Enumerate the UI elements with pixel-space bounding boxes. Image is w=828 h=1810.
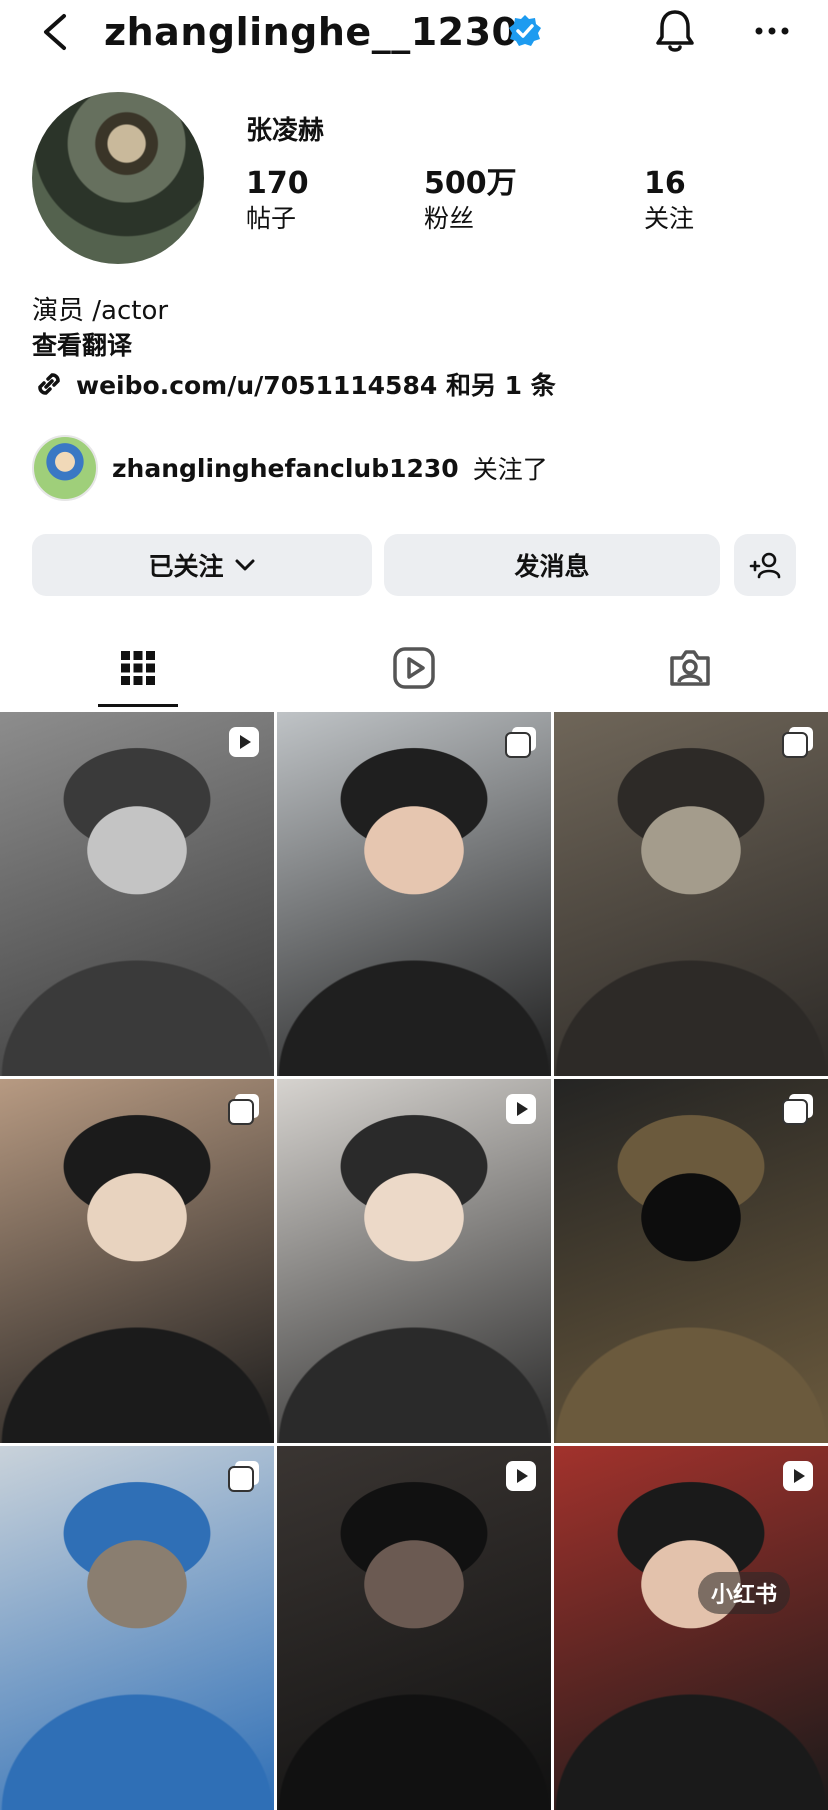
xiaohongshu-watermark: 小红书 — [698, 1572, 790, 1614]
reel-icon — [229, 727, 259, 757]
following-label: 已关注 — [148, 552, 224, 581]
post-thumbnail[interactable] — [277, 1446, 551, 1810]
stat-value: 16 — [644, 166, 686, 201]
bell-icon — [656, 10, 694, 52]
see-translation-link[interactable]: 查看翻译 — [32, 326, 132, 362]
grid-icon — [121, 651, 155, 685]
stat-label: 关注 — [644, 204, 695, 233]
post-thumbnail[interactable] — [554, 712, 828, 1076]
chevron-left-icon — [44, 14, 66, 50]
stat-following[interactable]: 16 关注 — [644, 166, 694, 236]
stat-value: 170 — [246, 166, 309, 201]
post-thumbnail[interactable] — [0, 1446, 274, 1810]
profile-username: zhanglinghe__1230 — [104, 10, 519, 54]
post-thumbnail[interactable] — [277, 1079, 551, 1443]
post-thumbnail[interactable] — [277, 712, 551, 1076]
tagged-person-icon — [670, 650, 710, 686]
message-label: 发消息 — [514, 552, 590, 581]
stat-label: 粉丝 — [424, 204, 475, 233]
verified-badge-icon — [508, 14, 542, 48]
add-person-icon — [749, 552, 781, 579]
stat-value: 500万 — [424, 166, 517, 201]
carousel-icon — [782, 1094, 813, 1125]
stat-posts[interactable]: 170 帖子 — [246, 166, 309, 236]
profile-link[interactable]: weibo.com/u/7051114584 和另 1 条 — [32, 364, 556, 404]
suggest-people-button[interactable] — [734, 534, 796, 596]
link-icon — [38, 373, 60, 395]
carousel-icon — [505, 727, 536, 758]
mutual-avatar — [32, 435, 98, 501]
active-tab-indicator — [98, 704, 178, 707]
reel-icon — [783, 1461, 813, 1491]
more-options-button[interactable] — [752, 16, 792, 46]
carousel-icon — [228, 1461, 259, 1492]
carousel-icon — [782, 727, 813, 758]
followed-by-row[interactable]: zhanglinghefanclub1230 关注了 — [32, 435, 548, 501]
post-thumbnail[interactable] — [554, 1446, 828, 1810]
post-thumbnail[interactable] — [0, 712, 274, 1076]
tab-reels[interactable] — [276, 640, 552, 696]
notifications-button[interactable] — [652, 6, 698, 56]
mutual-suffix: 关注了 — [472, 455, 548, 484]
post-thumbnail[interactable] — [554, 1079, 828, 1443]
stat-followers[interactable]: 500万 粉丝 — [424, 166, 517, 236]
more-horizontal-icon — [755, 27, 789, 35]
reel-icon — [506, 1461, 536, 1491]
link-text: weibo.com/u/7051114584 和另 1 条 — [76, 371, 556, 400]
bio-text: 演员 /actor — [32, 296, 169, 326]
following-button[interactable]: 已关注 — [32, 534, 372, 596]
profile-avatar[interactable] — [32, 92, 204, 264]
mutual-username: zhanglinghefanclub1230 — [112, 453, 459, 483]
tab-posts[interactable] — [0, 640, 276, 696]
chevron-down-icon — [235, 559, 254, 571]
reel-icon — [506, 1094, 536, 1124]
stat-label: 帖子 — [246, 204, 297, 233]
post-thumbnail[interactable] — [0, 1079, 274, 1443]
display-name: 张凌赫 — [246, 116, 325, 146]
reels-icon — [393, 647, 435, 689]
message-button[interactable]: 发消息 — [384, 534, 720, 596]
back-button[interactable] — [36, 6, 76, 58]
carousel-icon — [228, 1094, 259, 1125]
tab-tagged[interactable] — [552, 640, 828, 696]
